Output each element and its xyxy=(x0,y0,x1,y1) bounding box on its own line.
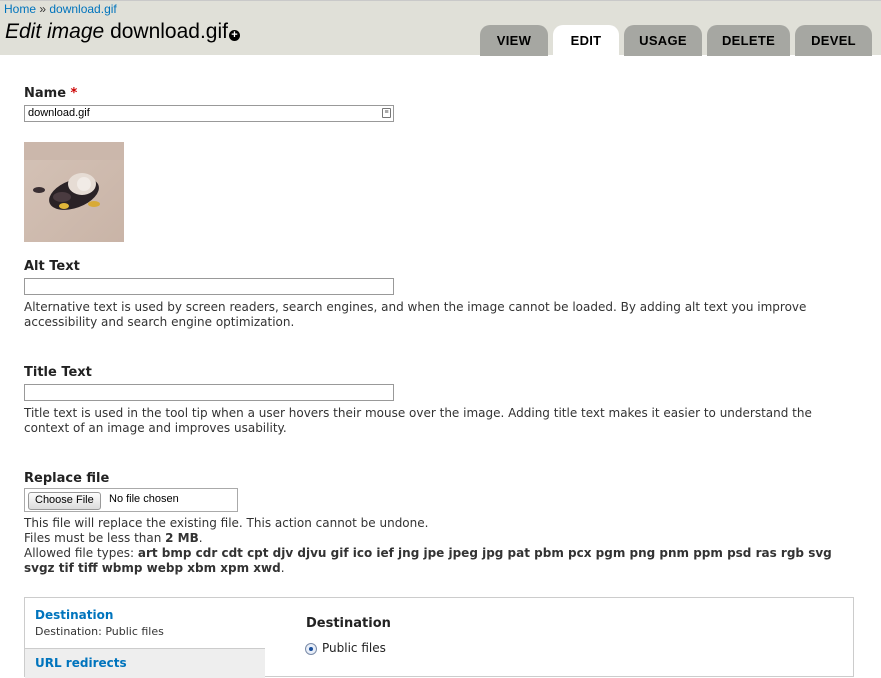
file-upload-field[interactable]: Choose File No file chosen xyxy=(24,488,238,512)
allowed-types-prefix: Allowed file types: xyxy=(24,546,138,560)
name-label: Name * xyxy=(24,86,77,101)
vertical-tab-destination-summary: Destination: Public files xyxy=(35,625,164,638)
tab-devel[interactable]: DEVEL xyxy=(795,25,872,56)
page-title-prefix: Edit image xyxy=(5,20,105,43)
file-size-suffix: . xyxy=(198,531,203,545)
choose-file-button[interactable]: Choose File xyxy=(28,492,101,510)
breadcrumb-separator: » xyxy=(36,2,50,16)
allowed-types-value: art bmp cdr cdt cpt djv djvu gif ico ief… xyxy=(24,546,832,575)
name-input-value: download.gif xyxy=(28,107,90,119)
contact-card-icon[interactable]: ≡ xyxy=(382,108,391,118)
public-files-radio-label[interactable]: Public files xyxy=(322,641,386,655)
title-text-input[interactable] xyxy=(24,384,394,401)
vertical-tab-url-redirects-title[interactable]: URL redirects xyxy=(35,656,127,670)
title-text-description: Title text is used in the tool tip when … xyxy=(24,406,812,435)
allowed-file-types: Allowed file types: art bmp cdr cdt cpt … xyxy=(24,546,859,576)
alt-text-description: Alternative text is used by screen reade… xyxy=(24,300,807,329)
image-thumbnail xyxy=(24,142,124,242)
page-header: Home » download.gif Edit image download.… xyxy=(0,0,881,56)
vertical-tabs-list: Destination Destination: Public files UR… xyxy=(25,598,265,678)
file-size-prefix: Files must be less than xyxy=(24,531,166,545)
vertical-tab-destination-title[interactable]: Destination xyxy=(35,608,113,622)
replace-file-help: This file will replace the existing file… xyxy=(24,516,859,576)
file-status-text: No file chosen xyxy=(109,493,179,505)
replace-file-warning: This file will replace the existing file… xyxy=(24,516,429,530)
tab-delete[interactable]: DELETE xyxy=(707,25,790,56)
required-mark: * xyxy=(70,86,78,101)
tab-view[interactable]: VIEW xyxy=(480,25,548,56)
name-input[interactable]: download.gif ≡ xyxy=(24,105,394,122)
breadcrumb: Home » download.gif xyxy=(4,2,117,16)
file-size-value: 2 MB xyxy=(165,531,199,545)
public-files-radio[interactable] xyxy=(305,643,317,655)
alt-text-label: Alt Text xyxy=(24,259,80,274)
breadcrumb-home-link[interactable]: Home xyxy=(4,2,36,16)
add-shortcut-icon[interactable]: + xyxy=(229,30,240,41)
title-text-label: Title Text xyxy=(24,365,92,380)
page-title-name: download.gif xyxy=(110,20,228,43)
replace-file-label: Replace file xyxy=(24,471,110,486)
alt-text-input[interactable] xyxy=(24,278,394,295)
vertical-tabs: Destination Destination: Public files UR… xyxy=(24,597,854,678)
vertical-tab-url-redirects[interactable]: URL redirects xyxy=(25,649,265,678)
file-size-limit: Files must be less than 2 MB. xyxy=(24,531,859,546)
name-label-text: Name xyxy=(24,86,67,101)
vertical-tab-destination[interactable]: Destination Destination: Public files xyxy=(25,598,265,649)
tab-usage[interactable]: USAGE xyxy=(624,25,702,56)
allowed-types-suffix: . xyxy=(280,561,285,575)
page-title: Edit image download.gif xyxy=(5,20,228,44)
tab-edit[interactable]: EDIT xyxy=(553,25,619,56)
destination-pane-title: Destination xyxy=(306,616,391,631)
breadcrumb-current-link[interactable]: download.gif xyxy=(49,2,116,16)
